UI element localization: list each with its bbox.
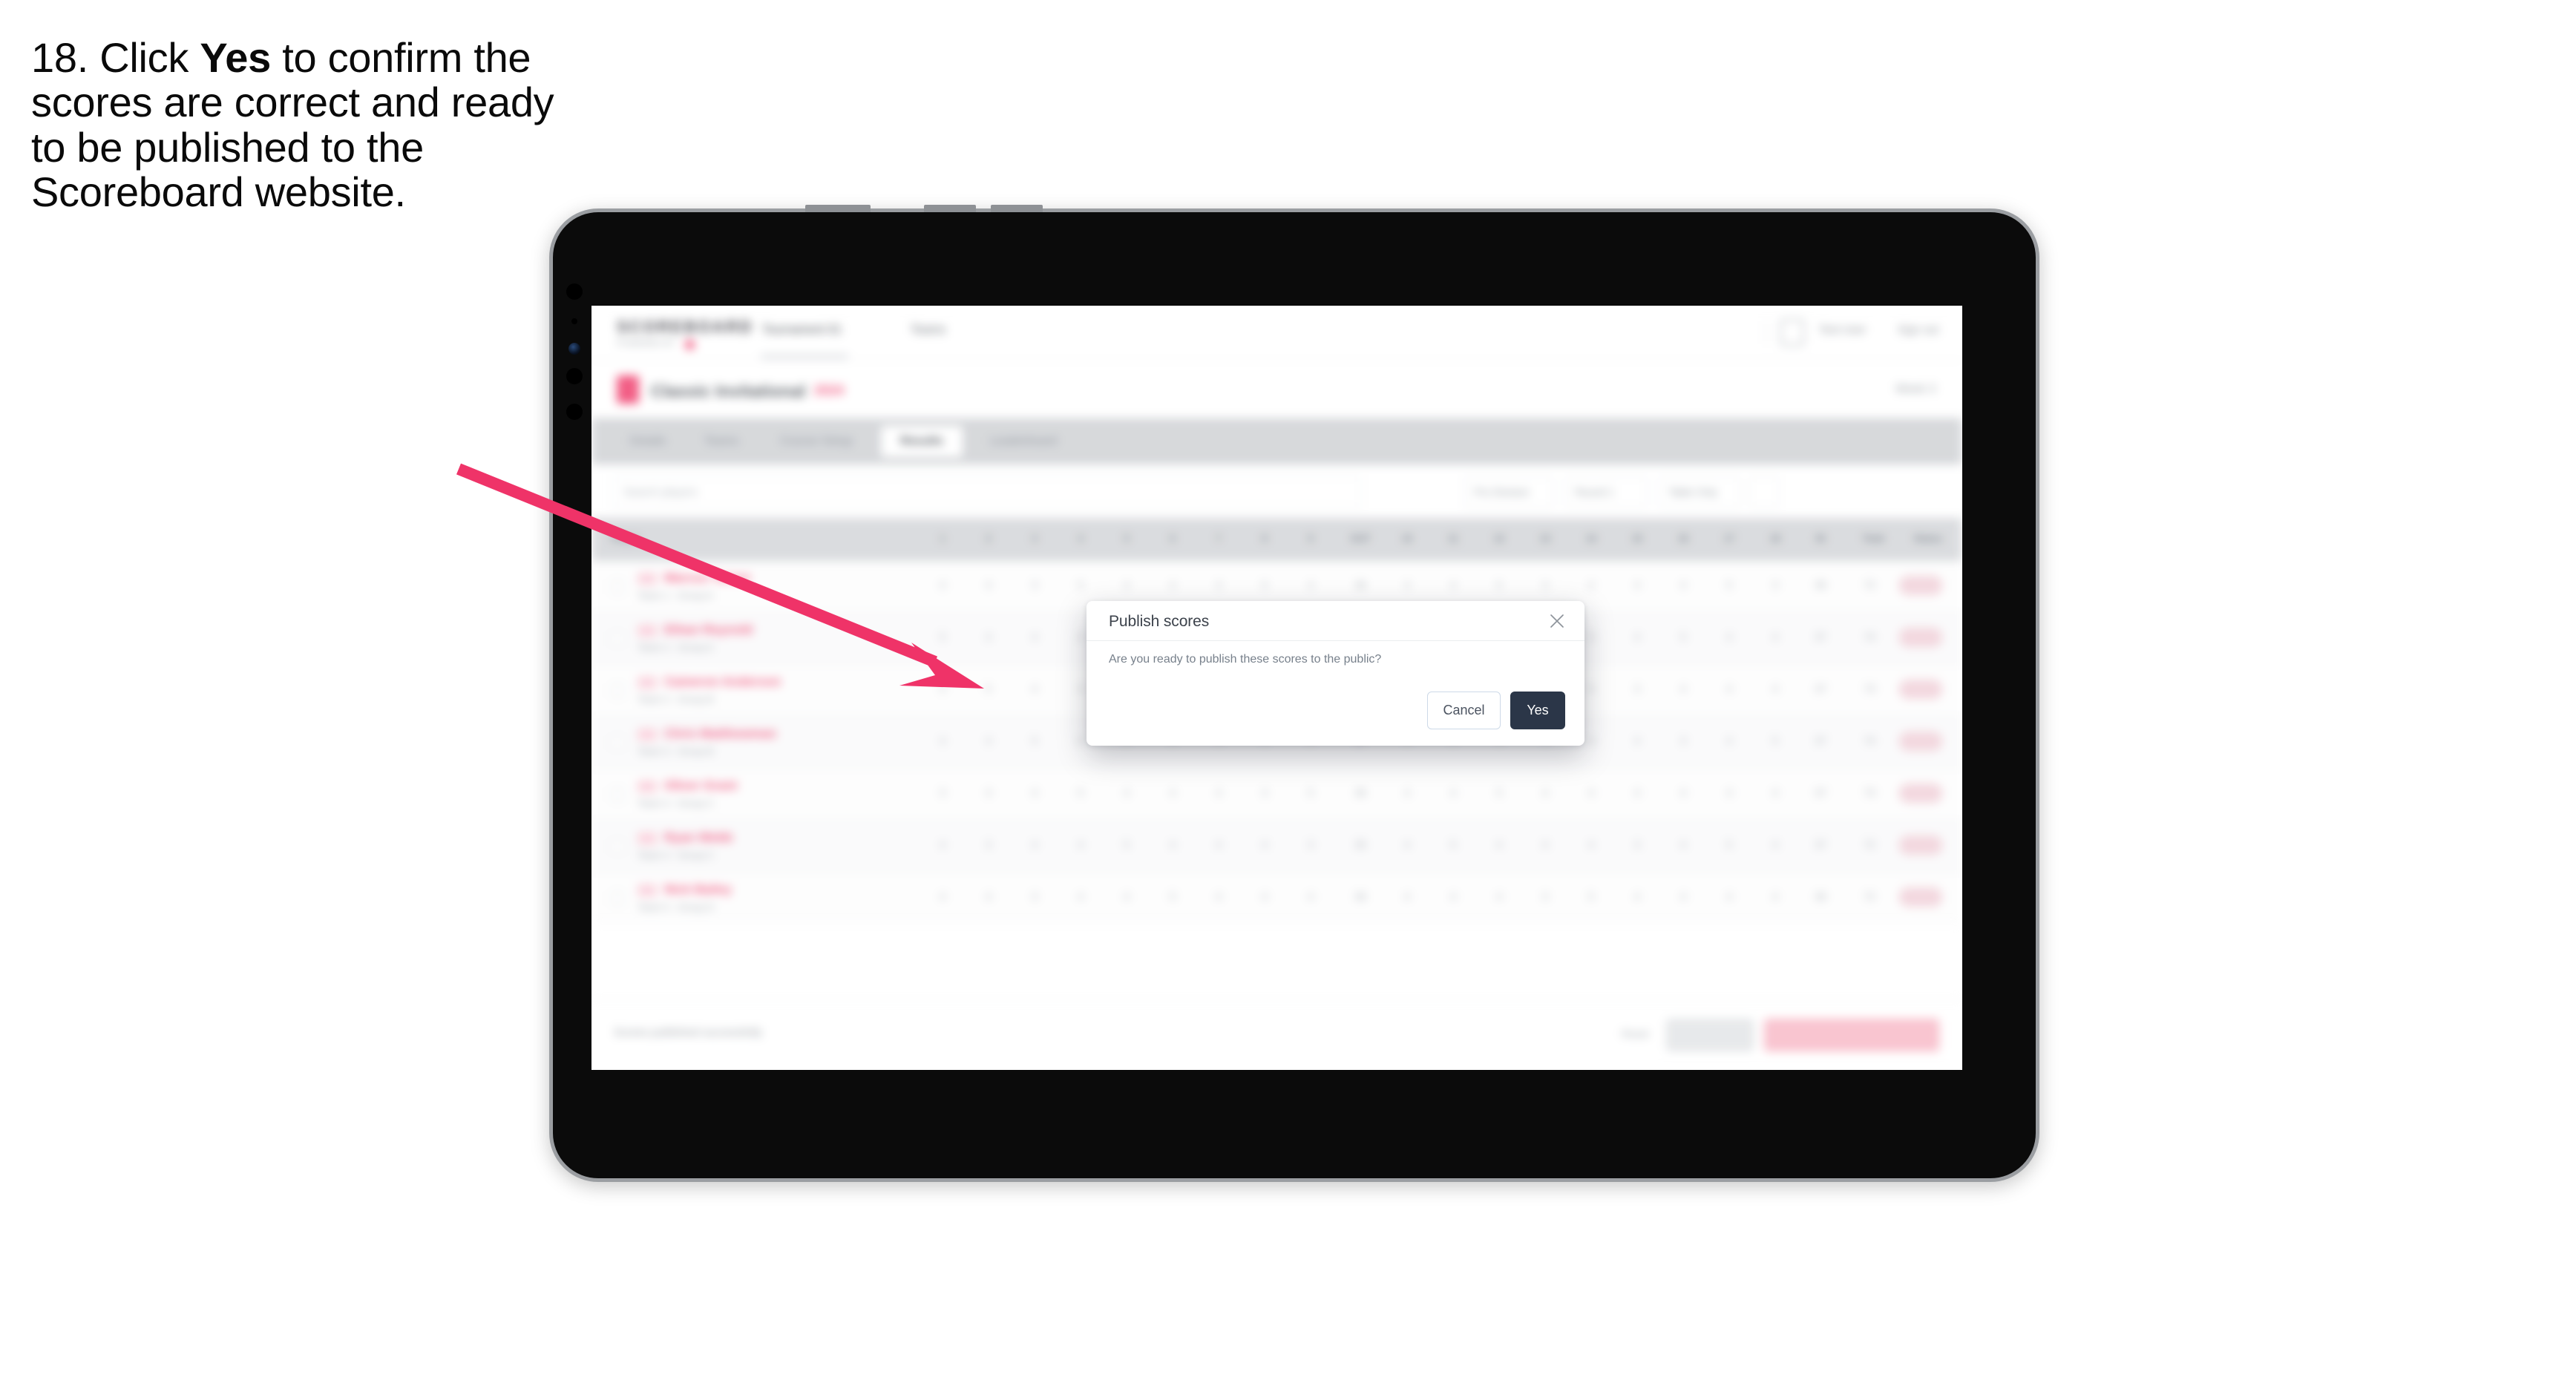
tablet-device-frame: SCOREBOARD POWERED BY Tournament 01 Team…	[549, 205, 2039, 1182]
dialog-title: Publish scores	[1109, 613, 1210, 630]
slide-canvas: 18. Click Yes to confirm the scores are …	[0, 0, 2576, 1386]
publish-scores-dialog: Publish scores Are you ready to publish …	[1087, 601, 1584, 746]
instruction-before: Click	[99, 34, 200, 81]
instruction-text: 18. Click Yes to confirm the scores are …	[31, 34, 595, 215]
volume-down-button[interactable]	[991, 205, 1043, 212]
microphone-icon	[566, 404, 583, 420]
tablet-screen: SCOREBOARD POWERED BY Tournament 01 Team…	[591, 306, 1962, 1070]
cancel-button[interactable]: Cancel	[1427, 692, 1501, 729]
front-camera-icon	[566, 283, 583, 300]
secondary-camera-icon	[566, 368, 583, 384]
step-number: 18.	[31, 34, 88, 81]
dialog-actions: Cancel Yes	[1427, 692, 1565, 729]
dialog-header: Publish scores	[1087, 601, 1584, 641]
volume-up-button[interactable]	[924, 205, 976, 212]
camera-lens-icon	[568, 343, 580, 355]
close-icon[interactable]	[1547, 611, 1567, 631]
power-button[interactable]	[805, 205, 871, 212]
instruction-bold-yes: Yes	[200, 34, 271, 81]
yes-confirm-button[interactable]: Yes	[1510, 692, 1565, 729]
ambient-sensor-icon	[571, 318, 577, 324]
dialog-message: Are you ready to publish these scores to…	[1109, 653, 1382, 666]
modal-layer: Publish scores Are you ready to publish …	[591, 306, 1962, 1070]
